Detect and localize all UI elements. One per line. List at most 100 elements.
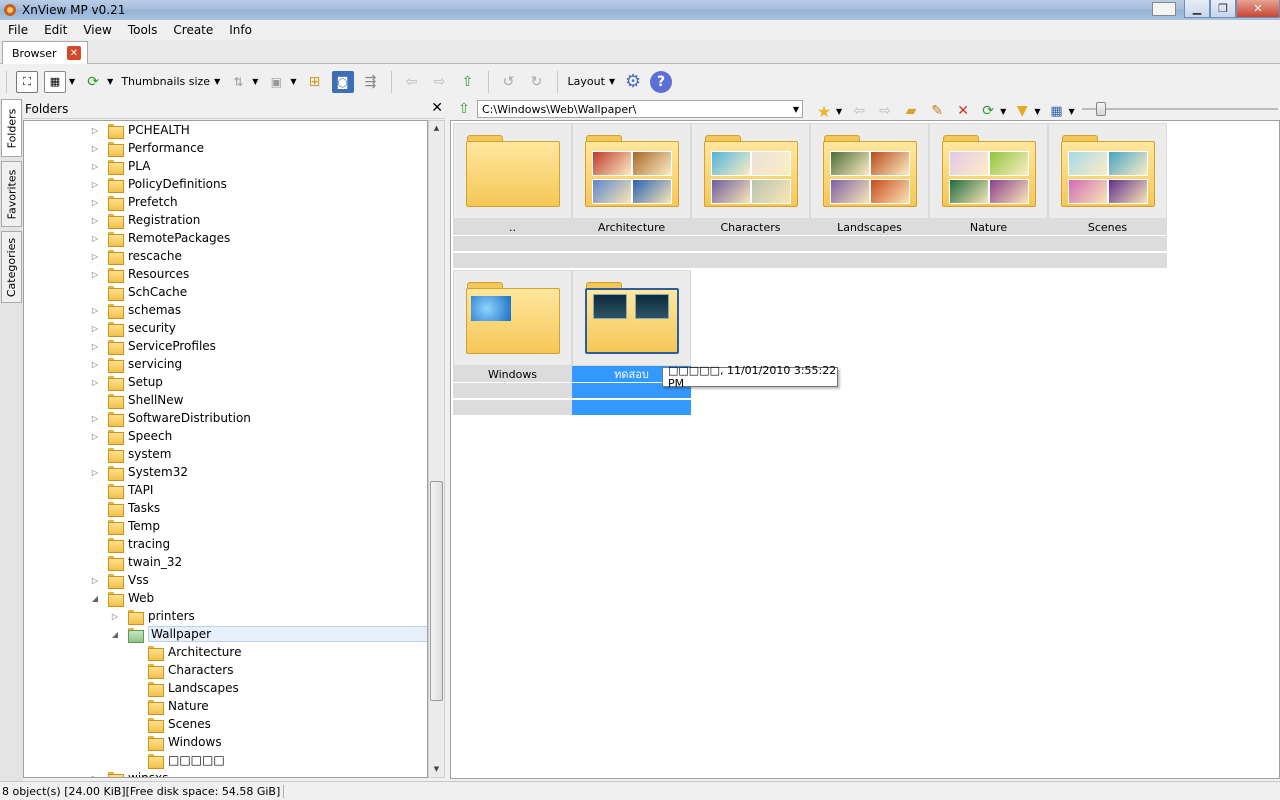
close-panel-icon[interactable]: ✕ (431, 100, 443, 116)
expand-arrow-icon[interactable]: ▷ (90, 306, 100, 315)
tab-close-icon[interactable]: ✕ (67, 46, 81, 60)
tree-item[interactable]: TAPI (90, 481, 153, 499)
expand-arrow-icon[interactable]: ▷ (90, 234, 100, 243)
menu-info[interactable]: Info (221, 23, 260, 37)
tree-item[interactable]: SchCache (90, 283, 187, 301)
expand-arrow-icon[interactable]: ▷ (90, 432, 100, 441)
layout-button[interactable]: Layout (568, 75, 605, 88)
collapse-arrow-icon[interactable]: ◢ (90, 594, 100, 603)
expand-arrow-icon[interactable]: ▷ (90, 576, 100, 585)
expand-arrow-icon[interactable]: ▷ (90, 468, 100, 477)
thumbnail-item[interactable]: ทดสอบ (572, 270, 691, 417)
thumbnail-size-slider-handle[interactable] (1096, 102, 1106, 116)
path-dropdown-icon[interactable]: ▼ (793, 105, 799, 114)
funnel-filter-icon[interactable]: ▼ (1011, 100, 1033, 122)
expand-arrow-icon[interactable]: ▷ (90, 198, 100, 207)
tree-item[interactable]: ShellNew (90, 391, 183, 409)
refresh-dropdown[interactable]: ▼ (107, 77, 113, 86)
refresh-green-icon[interactable]: ⟳ (82, 71, 104, 93)
side-tab-favorites[interactable]: Favorites (1, 161, 22, 227)
thumbnail-item[interactable]: Landscapes (810, 123, 929, 270)
tree-item[interactable]: Landscapes (130, 679, 239, 697)
thumbnail-item[interactable]: Architecture (572, 123, 691, 270)
expand-arrow-icon[interactable]: ▷ (90, 324, 100, 333)
menu-edit[interactable]: Edit (36, 23, 75, 37)
up-arrow-icon[interactable]: ⇧ (457, 71, 479, 93)
view-mode-icon[interactable]: ▦ (44, 70, 66, 93)
favorite-dropdown[interactable]: ▼ (836, 107, 842, 116)
expand-arrow-icon[interactable]: ▷ (90, 774, 100, 778)
tree-item[interactable]: ▷ Prefetch (90, 193, 178, 211)
go-up-icon[interactable]: ⇧ (453, 98, 475, 120)
tree-item[interactable]: ▷ winsxs (90, 769, 168, 778)
expand-arrow-icon[interactable]: ▷ (110, 612, 120, 621)
nav-back-icon[interactable]: ⇦ (848, 100, 870, 122)
refresh-icon[interactable]: ⟳ (977, 100, 999, 122)
sort-dropdown[interactable]: ▼ (252, 77, 258, 86)
tree-item[interactable]: ▷ servicing (90, 355, 182, 373)
tree-item[interactable]: ▷ PCHEALTH (90, 121, 190, 139)
tree-item[interactable]: ▷ System32 (90, 463, 188, 481)
folder-tree-scrollbar[interactable]: ▲ ▼ (428, 120, 445, 778)
tree-item[interactable]: ▷ Speech (90, 427, 172, 445)
rotate-right-icon[interactable]: ↻ (526, 71, 548, 93)
expand-arrow-icon[interactable]: ▷ (90, 144, 100, 153)
nav-forward-icon[interactable]: ⇨ (874, 100, 896, 122)
settings-gear-icon[interactable]: ⚙ (622, 71, 644, 93)
tree-item[interactable]: Nature (130, 697, 209, 715)
capture-icon[interactable]: ◙ (331, 70, 354, 93)
close-window-button[interactable]: ✕ (1236, 0, 1280, 18)
rotate-left-icon[interactable]: ↺ (498, 71, 520, 93)
tree-item[interactable]: ▷ Registration (90, 211, 200, 229)
delete-icon[interactable]: ✕ (952, 100, 974, 122)
minimize-button[interactable]: ▁ (1184, 0, 1210, 18)
thumbnail-item[interactable]: Windows (453, 270, 572, 417)
tree-item[interactable]: □□□□□ (130, 751, 225, 769)
tree-item[interactable]: ▷ rescache (90, 247, 182, 265)
thumbnail-item[interactable]: Characters (691, 123, 810, 270)
thumbnail-item[interactable]: Scenes (1048, 123, 1167, 270)
grid-view-dropdown[interactable]: ▼ (1068, 107, 1074, 116)
tree-item[interactable]: Architecture (130, 643, 241, 661)
tree-item[interactable]: ▷ Vss (90, 571, 149, 589)
expand-arrow-icon[interactable]: ▷ (90, 216, 100, 225)
tree-item[interactable]: ◢ Web (90, 589, 154, 607)
expand-arrow-icon[interactable]: ▷ (90, 126, 100, 135)
expand-arrow-icon[interactable]: ▷ (90, 378, 100, 387)
sort-icon[interactable]: ⇅ (227, 71, 249, 93)
scroll-up-arrow-icon[interactable]: ▲ (429, 121, 444, 136)
funnel-dropdown[interactable]: ▼ (1034, 107, 1040, 116)
slideshow-icon[interactable]: ⇶ (360, 71, 382, 93)
menu-tools[interactable]: Tools (120, 23, 166, 37)
title-extra-box[interactable] (1152, 2, 1176, 16)
menu-view[interactable]: View (75, 23, 119, 37)
favorite-star-icon[interactable]: ★ (813, 100, 835, 122)
expand-arrow-icon[interactable]: ▷ (90, 270, 100, 279)
thumbnail-item[interactable]: Nature (929, 123, 1048, 270)
expand-arrow-icon[interactable]: ▷ (90, 180, 100, 189)
tree-item[interactable]: ▷ Setup (90, 373, 163, 391)
forward-arrow-icon[interactable]: ⇨ (429, 71, 451, 93)
scroll-thumb[interactable] (430, 481, 443, 701)
collapse-arrow-icon[interactable]: ◢ (110, 630, 120, 639)
rename-icon[interactable]: ✎ (926, 100, 948, 122)
tree-item[interactable]: Temp (90, 517, 160, 535)
scroll-down-arrow-icon[interactable]: ▼ (429, 762, 444, 777)
tree-item[interactable]: ▷ Performance (90, 139, 204, 157)
fullscreen-icon[interactable]: ⛶ (16, 70, 38, 93)
tree-item[interactable]: ▷ RemotePackages (90, 229, 230, 247)
tree-item[interactable]: Scenes (130, 715, 211, 733)
menu-file[interactable]: File (0, 23, 36, 37)
refresh-dropdown-2[interactable]: ▼ (1000, 107, 1006, 116)
tree-item[interactable]: ▷ PolicyDefinitions (90, 175, 227, 193)
back-arrow-icon[interactable]: ⇦ (401, 71, 423, 93)
filter-icon[interactable]: ▣ (265, 71, 287, 93)
side-tab-categories[interactable]: Categories (1, 231, 22, 303)
new-folder-icon[interactable]: ▰ (900, 100, 922, 122)
expand-arrow-icon[interactable]: ▷ (90, 360, 100, 369)
tree-item[interactable]: Characters (130, 661, 234, 679)
expand-arrow-icon[interactable]: ▷ (90, 414, 100, 423)
help-icon[interactable]: ? (650, 70, 673, 93)
thumbnail-size-slider[interactable] (1082, 108, 1278, 110)
menu-create[interactable]: Create (165, 23, 221, 37)
